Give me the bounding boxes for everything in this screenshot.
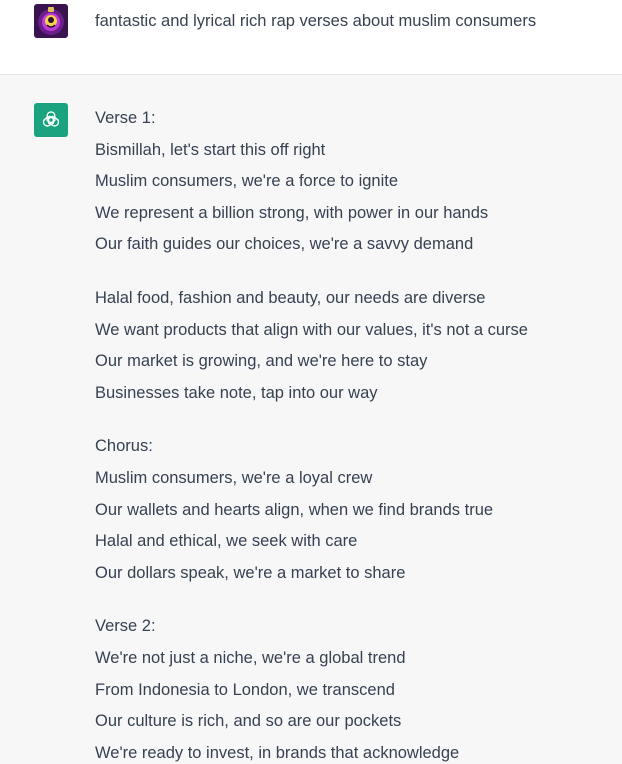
stanza-chorus: Chorus: Muslim consumers, we're a loyal … <box>95 434 528 592</box>
assistant-message-row: Verse 1: Bismillah, let's start this off… <box>0 75 622 764</box>
lyric-line: From Indonesia to London, we transcend <box>95 680 395 699</box>
lyric-line: Verse 1: <box>95 109 156 127</box>
lyric-line: Muslim consumers, we're a force to ignit… <box>95 172 399 191</box>
lyric-line: Halal and ethical, we seek with care <box>95 532 358 551</box>
stanza-verse-1: Verse 1: Bismillah, let's start this off… <box>95 106 528 264</box>
lyric-line: Businesses take note, tap into our way <box>95 383 378 402</box>
lyric-line: Halal food, fashion and beauty, our need… <box>95 288 486 307</box>
lyric-line: Verse 2: <box>95 617 156 636</box>
lyric-line: We represent a billion strong, with powe… <box>95 203 489 222</box>
stanza-verse-1-part-2: Halal food, fashion and beauty, our need… <box>95 286 528 412</box>
user-message-text: fantastic and lyrical rich rap verses ab… <box>95 12 537 30</box>
lyric-line: Bismillah, let's start this off right <box>95 140 326 159</box>
user-avatar-icon <box>34 4 68 38</box>
stanza-verse-2: Verse 2: We're not just a niche, we're a… <box>95 614 528 764</box>
user-message-row: fantastic and lyrical rich rap verses ab… <box>0 0 622 75</box>
chat-page: fantastic and lyrical rich rap verses ab… <box>0 0 622 764</box>
lyric-line: Our faith guides our choices, we're a sa… <box>95 235 474 254</box>
lyric-line: Our dollars speak, we're a market to sha… <box>95 563 406 582</box>
lyric-line: Our wallets and hearts align, when we fi… <box>95 500 494 519</box>
openai-logo-icon <box>34 103 68 137</box>
lyric-line: We're not just a niche, we're a global t… <box>95 648 406 667</box>
lyric-line: Our culture is rich, and so are our pock… <box>95 712 402 731</box>
assistant-response: Verse 1: Bismillah, let's start this off… <box>95 106 528 764</box>
lyric-line: We're ready to invest, in brands that ac… <box>95 743 460 762</box>
lyric-line: Chorus: <box>95 437 153 456</box>
lyric-line: We want products that align with our val… <box>95 320 528 339</box>
lyric-line: Our market is growing, and we're here to… <box>95 352 428 371</box>
lyric-line: Muslim consumers, we're a loyal crew <box>95 468 373 487</box>
